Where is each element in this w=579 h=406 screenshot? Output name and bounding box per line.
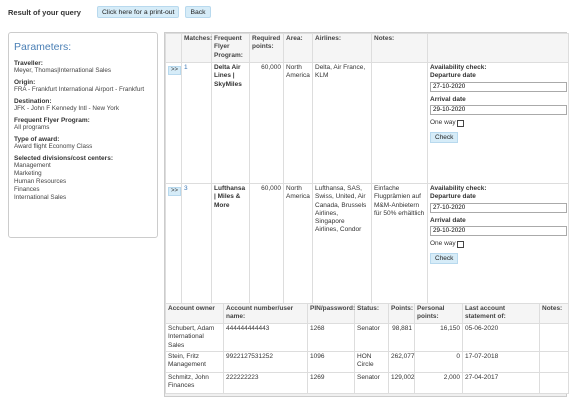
award-type-label: Type of award: xyxy=(14,136,60,143)
account-owner: Schmitz, John Finances xyxy=(165,371,224,394)
required-points: 60,000 xyxy=(261,185,281,192)
divisions-value: Management Marketing Human Resources Fin… xyxy=(14,162,67,201)
origin-label: Origin: xyxy=(14,79,36,86)
col-notes: Notes: xyxy=(371,33,428,63)
account-statement-date: 05-06-2020 xyxy=(462,323,540,352)
account-status: HON Circle xyxy=(354,350,389,373)
account-pin: 1269 xyxy=(307,371,355,394)
accounts-header-row: Account owner Account number/user name: … xyxy=(165,303,569,324)
back-button[interactable]: Back xyxy=(185,6,211,18)
departure-label: Departure date xyxy=(430,193,476,201)
arrival-date-input[interactable] xyxy=(430,104,567,115)
account-points: 129,002 xyxy=(388,371,415,394)
parameters-title: Parameters: xyxy=(14,41,72,53)
account-notes xyxy=(539,350,569,373)
col-points: Points: xyxy=(388,303,415,324)
page-title: Result of your query xyxy=(8,7,81,17)
account-statement-date: 27-04-2017 xyxy=(462,371,540,394)
departure-date-input[interactable] xyxy=(430,81,567,92)
destination-label: Destination: xyxy=(14,98,52,105)
account-owner: Stein, Fritz Management xyxy=(165,350,224,373)
results-table: Matches: Frequent Flyer Program: Require… xyxy=(165,33,569,305)
availability-label: Availability check: xyxy=(430,64,487,71)
results-header-row: Matches: Frequent Flyer Program: Require… xyxy=(165,33,569,63)
result-row: >> 3 Lufthansa | Miles & More 60,000 Nor… xyxy=(165,183,569,305)
account-notes xyxy=(539,323,569,352)
col-airlines: Airlines: xyxy=(312,33,372,63)
account-number: 444444444443 xyxy=(223,323,308,352)
top-bar: Result of your query Click here for a pr… xyxy=(8,6,211,18)
departure-date-input[interactable] xyxy=(430,202,567,213)
one-way-label: One way xyxy=(430,239,456,247)
col-area: Area: xyxy=(283,33,313,63)
account-personal-points: 16,150 xyxy=(414,323,463,352)
results-panel: Matches: Frequent Flyer Program: Require… xyxy=(164,32,569,397)
accounts-table: Account owner Account number/user name: … xyxy=(165,303,569,394)
account-status: Senator xyxy=(354,323,389,352)
col-account-notes: Notes: xyxy=(539,303,569,324)
check-button[interactable]: Check xyxy=(430,253,459,265)
airlines: Delta, Air France, KLM xyxy=(315,64,366,80)
account-row: Schubert, Adam International Sales 44444… xyxy=(165,323,569,352)
destination-value: JFK - John F Kennedy Intl - New York xyxy=(14,105,119,112)
account-personal-points: 2,000 xyxy=(414,371,463,394)
area: North America xyxy=(286,185,310,201)
account-notes xyxy=(539,371,569,394)
account-row: Stein, Fritz Management 9922127531252 10… xyxy=(165,350,569,373)
col-account-owner: Account owner xyxy=(165,303,224,324)
program-name: Lufthansa | Miles & More xyxy=(214,185,246,209)
arrival-label: Arrival date xyxy=(430,95,466,103)
print-button[interactable]: Click here for a print-out xyxy=(96,6,180,18)
traveller-label: Traveller: xyxy=(14,60,43,67)
award-type-value: Award flight Economy Class xyxy=(14,143,93,150)
col-account-number: Account number/user name: xyxy=(223,303,308,324)
account-row: Schmitz, John Finances 222222223 1269 Se… xyxy=(165,371,569,394)
account-status: Senator xyxy=(354,371,389,394)
arrival-label: Arrival date xyxy=(430,216,466,224)
col-matches: Matches: xyxy=(181,33,212,63)
result-row: >> 1 Delta Air Lines | SkyMiles 60,000 N… xyxy=(165,62,569,184)
ffp-value: All programs xyxy=(14,124,50,131)
match-number[interactable]: 3 xyxy=(184,185,188,192)
account-personal-points: 0 xyxy=(414,350,463,373)
one-way-checkbox[interactable] xyxy=(456,240,464,248)
account-number: 222222223 xyxy=(223,371,308,394)
required-points: 60,000 xyxy=(261,64,281,71)
account-pin: 1096 xyxy=(307,350,355,373)
account-owner: Schubert, Adam International Sales xyxy=(165,323,224,352)
account-statement-date: 17-07-2018 xyxy=(462,350,540,373)
col-last-statement: Last account statement of: xyxy=(462,303,540,324)
area: North America xyxy=(286,64,310,80)
col-personal-points: Personal points: xyxy=(414,303,463,324)
traveller-value: Meyer, Thomas|International Sales xyxy=(14,67,112,74)
airlines: Lufthansa, SAS, Swiss, United, Air Canad… xyxy=(315,185,367,234)
account-pin: 1268 xyxy=(307,323,355,352)
check-button[interactable]: Check xyxy=(430,132,459,144)
notes: Einfache Flugprämien auf M&M-Anbietern f… xyxy=(374,185,425,217)
parameters-panel: Parameters: Traveller: Meyer, Thomas|Int… xyxy=(8,32,158,238)
ffp-label: Frequent Flyer Program: xyxy=(14,117,90,124)
expand-button[interactable]: >> xyxy=(168,66,182,75)
one-way-checkbox[interactable] xyxy=(456,119,464,127)
account-points: 98,881 xyxy=(388,323,415,352)
arrival-date-input[interactable] xyxy=(430,225,567,236)
match-number[interactable]: 1 xyxy=(184,64,188,71)
program-name: Delta Air Lines | SkyMiles xyxy=(214,64,242,88)
col-program: Frequent Flyer Program: xyxy=(211,33,250,63)
account-number: 9922127531252 xyxy=(223,350,308,373)
departure-label: Departure date xyxy=(430,72,476,80)
expand-button[interactable]: >> xyxy=(168,187,182,196)
col-status: Status: xyxy=(354,303,389,324)
col-expand xyxy=(165,33,182,63)
col-availability xyxy=(427,33,569,63)
availability-label: Availability check: xyxy=(430,185,487,192)
account-points: 262,077 xyxy=(388,350,415,373)
divisions-label: Selected divisions/cost centers: xyxy=(14,155,113,162)
origin-value: FRA - Frankfurt International Airport - … xyxy=(14,86,145,93)
col-pin: PIN/password: xyxy=(307,303,355,324)
col-points: Required points: xyxy=(249,33,284,63)
one-way-label: One way xyxy=(430,118,456,126)
